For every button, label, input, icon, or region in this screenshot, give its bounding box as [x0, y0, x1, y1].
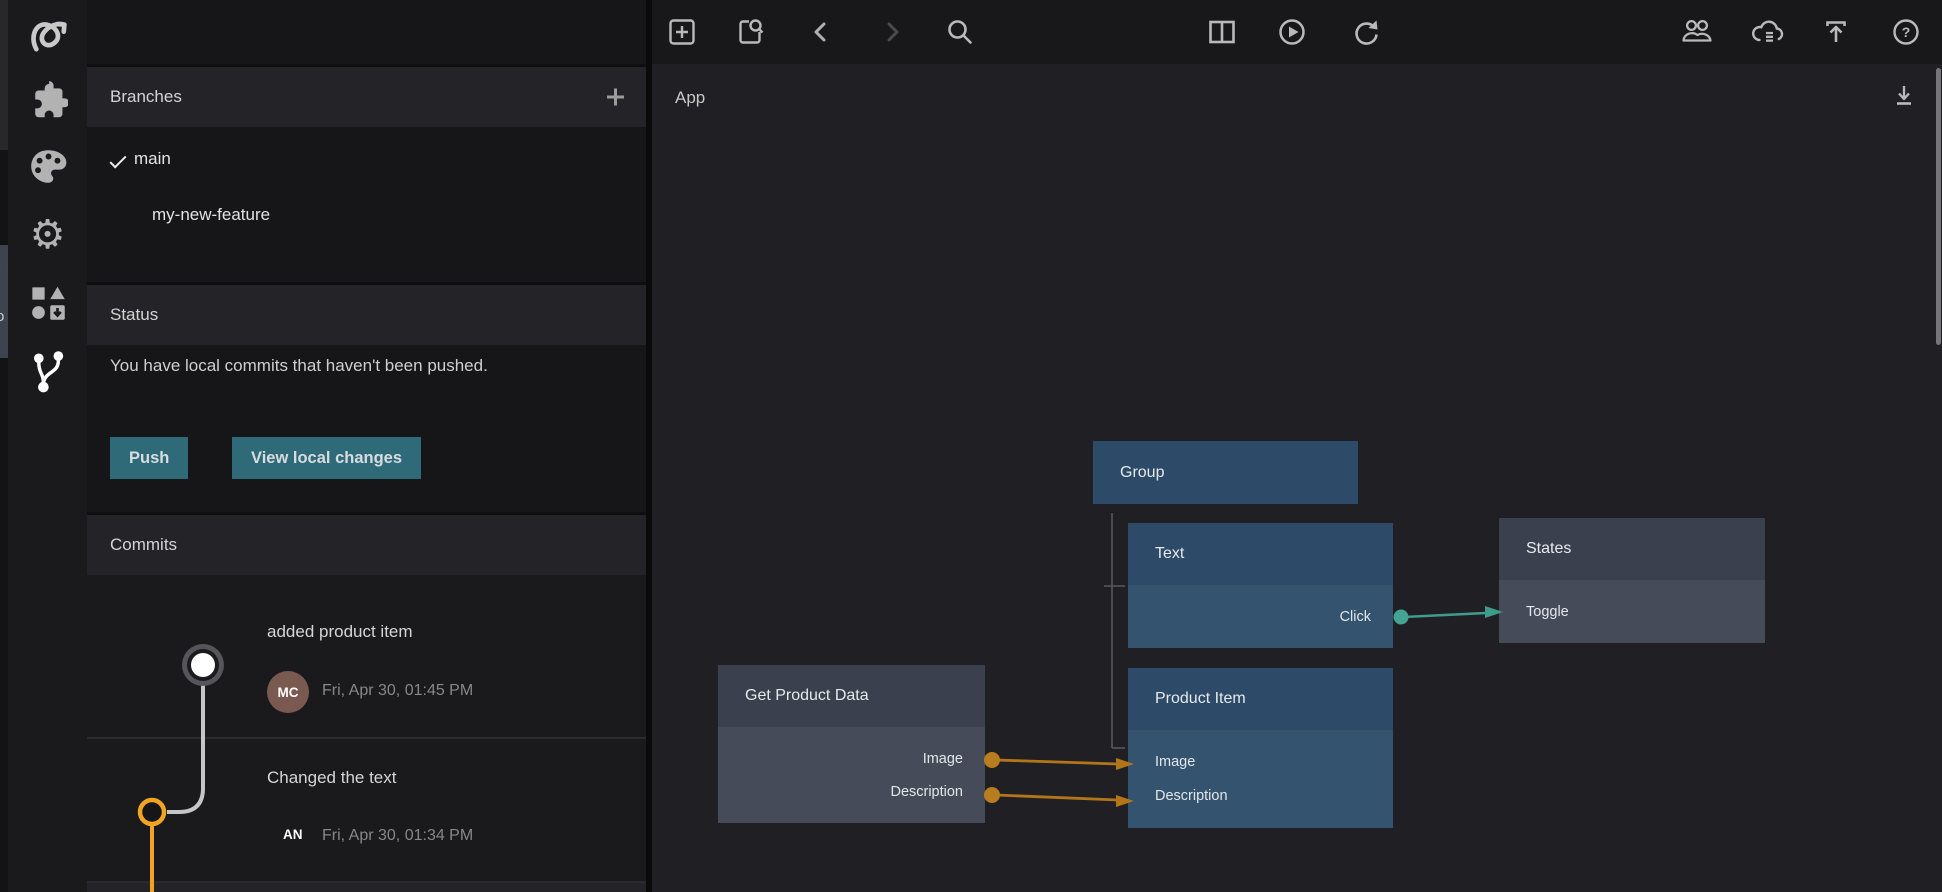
app-window: t o ⚙ — [0, 0, 1942, 892]
component-breadcrumb[interactable]: App — [675, 88, 705, 108]
settings-gear-icon[interactable]: ⚙ — [25, 212, 70, 257]
wire-click-toggle — [1404, 613, 1486, 617]
node-get-product-data[interactable]: Get Product Data Image Description — [718, 665, 985, 823]
status-title: Status — [110, 305, 158, 325]
input-port-label-image[interactable]: Image — [1155, 754, 1195, 770]
push-button[interactable]: Push — [110, 437, 188, 479]
panel-separator — [646, 0, 652, 892]
clipped-letter: o — [0, 308, 4, 325]
node-title: Product Item — [1128, 668, 1393, 730]
component-search-icon[interactable] — [732, 14, 768, 50]
version-control-panel: Branches main my-new-feature Status You … — [87, 0, 646, 892]
split-view-icon[interactable] — [1204, 14, 1240, 50]
node-text[interactable]: Text Click — [1128, 523, 1393, 648]
refresh-icon[interactable] — [1347, 14, 1383, 50]
commit-date: Fri, Apr 30, 01:34 PM — [322, 827, 473, 845]
wire-description — [996, 795, 1118, 800]
branch-item-main[interactable]: main — [87, 136, 646, 182]
navigate-forward-icon[interactable] — [873, 14, 909, 50]
cloud-services-icon[interactable] — [1748, 14, 1784, 50]
output-port-description[interactable] — [984, 787, 1000, 803]
commits-title: Commits — [110, 535, 177, 555]
branches-section-header: Branches — [87, 64, 646, 127]
node-editor: ? App Group Text Click States Toggle G — [652, 0, 1942, 892]
styles-palette-icon[interactable] — [25, 144, 70, 189]
current-branch-check-icon — [87, 149, 131, 169]
plugins-puzzle-icon[interactable] — [25, 77, 70, 122]
avatar-initials: MC — [278, 685, 299, 700]
input-port-label-description[interactable]: Description — [1155, 788, 1228, 804]
deploy-upload-icon[interactable] — [1818, 14, 1854, 50]
search-icon[interactable] — [942, 14, 978, 50]
preview-play-icon[interactable] — [1274, 14, 1310, 50]
avatar-initials: AN — [283, 827, 303, 842]
status-section-header: Status — [87, 282, 646, 345]
input-port-label-toggle[interactable]: Toggle — [1526, 604, 1569, 620]
icon-sidebar: ⚙ — [8, 0, 87, 892]
add-node-icon[interactable] — [664, 14, 700, 50]
help-icon[interactable]: ? — [1888, 14, 1924, 50]
commit-message: added product item — [267, 622, 413, 642]
node-title: Get Product Data — [718, 665, 985, 727]
node-title: States — [1499, 518, 1765, 580]
commit-divider — [87, 737, 646, 739]
view-local-changes-button[interactable]: View local changes — [232, 437, 421, 479]
background-window-snippet: t o — [0, 245, 8, 358]
background-window-edge: t o — [0, 0, 8, 892]
output-port-image[interactable] — [984, 752, 1000, 768]
commits-section-header: Commits — [87, 512, 646, 575]
node-product-item[interactable]: Product Item Image Description — [1128, 668, 1393, 828]
branch-label: my-new-feature — [152, 205, 270, 225]
commit-avatar: MC — [267, 671, 309, 713]
status-message: You have local commits that haven't been… — [110, 352, 600, 379]
editor-toolbar: ? — [652, 0, 1942, 64]
svg-text:?: ? — [1902, 24, 1911, 40]
node-title: Group — [1093, 441, 1358, 504]
output-port-label-image[interactable]: Image — [923, 751, 963, 767]
commit-row[interactable] — [87, 739, 646, 881]
commit-date: Fri, Apr 30, 01:45 PM — [322, 682, 473, 700]
output-port-label-description[interactable]: Description — [890, 784, 963, 800]
noodl-logo-icon[interactable] — [25, 11, 70, 56]
node-states[interactable]: States Toggle — [1499, 518, 1765, 643]
branch-item-my-new-feature[interactable]: my-new-feature — [87, 192, 646, 238]
background-window-corner — [0, 0, 8, 150]
output-port-click[interactable] — [1394, 610, 1409, 625]
navigate-back-icon[interactable] — [804, 14, 840, 50]
node-title: Text — [1128, 523, 1393, 585]
add-branch-icon[interactable] — [607, 89, 624, 106]
branch-label: main — [134, 149, 171, 169]
commit-row[interactable] — [87, 575, 646, 737]
node-group[interactable]: Group — [1093, 441, 1358, 504]
wire-image — [996, 760, 1118, 764]
commit-message: Changed the text — [267, 768, 396, 788]
branches-title: Branches — [110, 87, 182, 107]
version-control-branch-icon[interactable] — [25, 348, 70, 393]
next-section-edge — [87, 883, 646, 892]
components-icon[interactable] — [25, 280, 70, 325]
collaborators-icon[interactable] — [1679, 14, 1715, 50]
download-icon[interactable] — [1886, 78, 1922, 114]
output-port-label-click[interactable]: Click — [1340, 609, 1371, 625]
canvas-scrollbar-thumb[interactable] — [1936, 68, 1941, 345]
